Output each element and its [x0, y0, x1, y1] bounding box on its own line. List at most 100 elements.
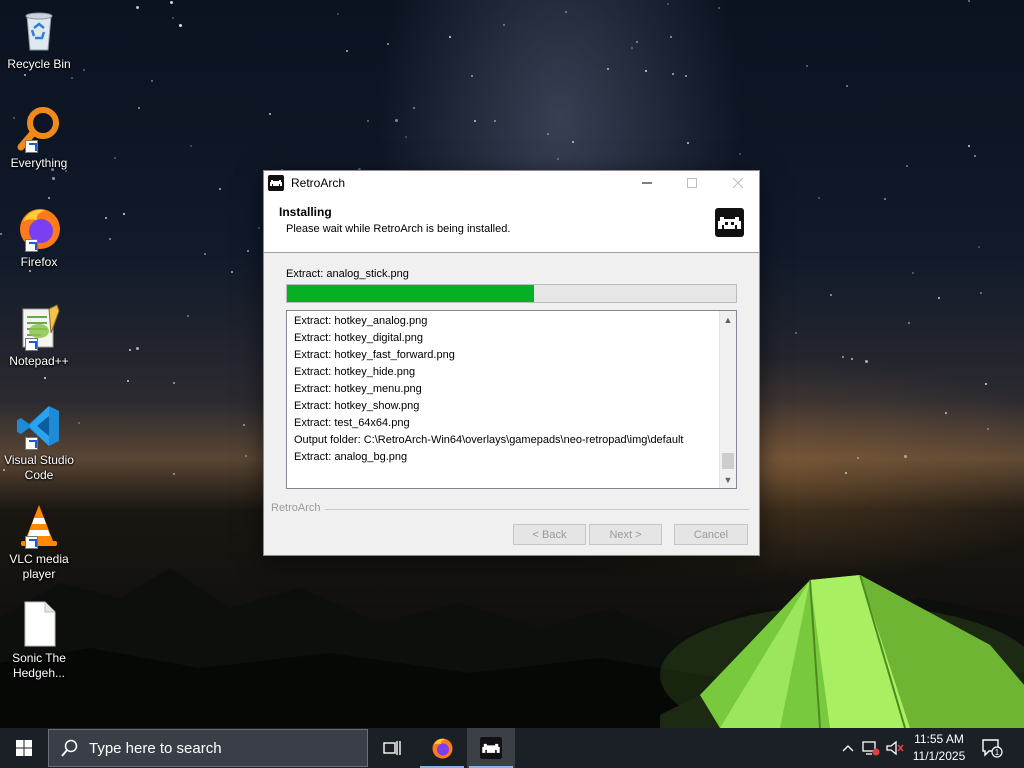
star: [269, 113, 271, 115]
star: [846, 85, 848, 87]
desktop-icon-firefox[interactable]: Firefox: [2, 204, 76, 270]
log-line: Extract: hotkey_show.png: [294, 400, 420, 412]
star: [413, 107, 415, 109]
star: [204, 253, 206, 255]
log-line: Extract: analog_bg.png: [294, 451, 408, 463]
blank-file-icon: [15, 600, 63, 648]
star: [908, 322, 910, 324]
star: [48, 197, 50, 199]
star: [572, 141, 574, 143]
install-log-list[interactable]: Extract: hotkey_analog.png Extract: hotke…: [286, 310, 737, 489]
star: [190, 145, 192, 147]
cancel-button[interactable]: Cancel: [674, 524, 748, 545]
star: [83, 69, 85, 71]
install-progress-bar: [286, 284, 737, 303]
chevron-up-icon: ▲: [723, 314, 733, 325]
desktop-icon-everything[interactable]: Everything: [2, 105, 76, 171]
star: [670, 36, 672, 38]
installer-brand-label: RetroArch: [271, 502, 325, 514]
installer-header: Installing Please wait while RetroArch i…: [264, 195, 759, 253]
page-subtitle: Please wait while RetroArch is being ins…: [286, 223, 511, 235]
minimize-button[interactable]: [624, 171, 670, 195]
taskbar-firefox-button[interactable]: [418, 728, 466, 768]
close-button[interactable]: [715, 171, 761, 195]
star: [29, 270, 31, 272]
scroll-thumb[interactable]: [722, 453, 734, 469]
desktop-icon-recycle-bin[interactable]: Recycle Bin: [2, 6, 76, 72]
star: [474, 120, 476, 122]
star: [565, 11, 567, 13]
desktop-icon-notepad-plus-plus[interactable]: Notepad++: [2, 303, 76, 369]
star: [245, 455, 247, 457]
shortcut-arrow-icon: [25, 140, 38, 153]
star: [547, 133, 549, 135]
close-icon: [733, 178, 743, 188]
star: [945, 412, 947, 414]
vlc-icon: [15, 501, 63, 549]
scroll-up-button[interactable]: ▲: [720, 311, 736, 328]
clock-date: 11/1/2025: [912, 749, 966, 763]
show-hidden-icons-button[interactable]: [838, 728, 858, 768]
firefox-icon: [15, 204, 63, 252]
log-line: Extract: hotkey_menu.png: [294, 383, 422, 395]
star: [367, 120, 369, 122]
firefox-icon: [432, 738, 453, 759]
shortcut-arrow-icon: [25, 338, 38, 351]
star: [219, 188, 221, 190]
star: [52, 177, 55, 180]
star: [968, 0, 970, 2]
taskbar-search-box[interactable]: Type here to search: [48, 729, 368, 767]
chevron-down-icon: ▼: [723, 474, 733, 485]
star: [851, 358, 853, 360]
star: [138, 107, 140, 109]
retroarch-logo-icon: [715, 208, 744, 237]
star: [968, 145, 970, 147]
maximize-button[interactable]: [669, 171, 715, 195]
progress-fill: [287, 285, 534, 302]
log-scrollbar[interactable]: ▲ ▼: [719, 311, 736, 488]
scroll-down-button[interactable]: ▼: [720, 471, 736, 488]
star: [865, 360, 868, 363]
action-center-button[interactable]: 1: [976, 728, 1008, 768]
desktop-icon-sonic-file[interactable]: Sonic The Hedgeh...: [2, 600, 76, 681]
back-button[interactable]: < Back: [513, 524, 586, 545]
notification-icon: 1: [982, 739, 1003, 758]
star: [607, 68, 609, 70]
star: [857, 457, 859, 459]
retroarch-icon: [480, 737, 502, 759]
shortcut-arrow-icon: [25, 536, 38, 549]
log-line: Extract: hotkey_hide.png: [294, 366, 416, 378]
star: [258, 227, 260, 229]
installer-window: RetroArch Installing Please wait while R…: [263, 170, 760, 556]
star: [687, 142, 689, 144]
task-view-button[interactable]: [368, 728, 416, 768]
volume-button[interactable]: [884, 728, 906, 768]
network-disconnected-icon: [862, 741, 880, 756]
star: [114, 157, 116, 159]
taskbar-clock[interactable]: 11:55 AM 11/1/2025: [906, 731, 972, 765]
start-button[interactable]: [0, 728, 48, 768]
next-button[interactable]: Next >: [589, 524, 662, 545]
shortcut-arrow-icon: [25, 437, 38, 450]
star: [795, 332, 797, 334]
star: [129, 349, 131, 351]
star: [938, 297, 940, 299]
star: [667, 3, 669, 5]
divider: [324, 509, 749, 510]
current-action-text: Extract: analog_stick.png: [286, 268, 409, 280]
search-icon: [61, 739, 79, 757]
star: [173, 473, 175, 475]
network-status-button[interactable]: [860, 728, 882, 768]
taskbar-retroarch-button[interactable]: [467, 728, 515, 768]
star: [636, 41, 638, 43]
desktop-icon-vlc[interactable]: VLC media player: [2, 501, 76, 582]
desktop-icon-vscode[interactable]: Visual Studio Code: [2, 402, 76, 483]
star: [109, 238, 111, 240]
star: [247, 250, 249, 252]
window-titlebar[interactable]: RetroArch: [264, 171, 759, 195]
windows-logo-icon: [16, 740, 32, 756]
star: [980, 292, 982, 294]
star: [405, 136, 407, 138]
star: [672, 73, 674, 75]
log-line: Extract: hotkey_analog.png: [294, 315, 428, 327]
